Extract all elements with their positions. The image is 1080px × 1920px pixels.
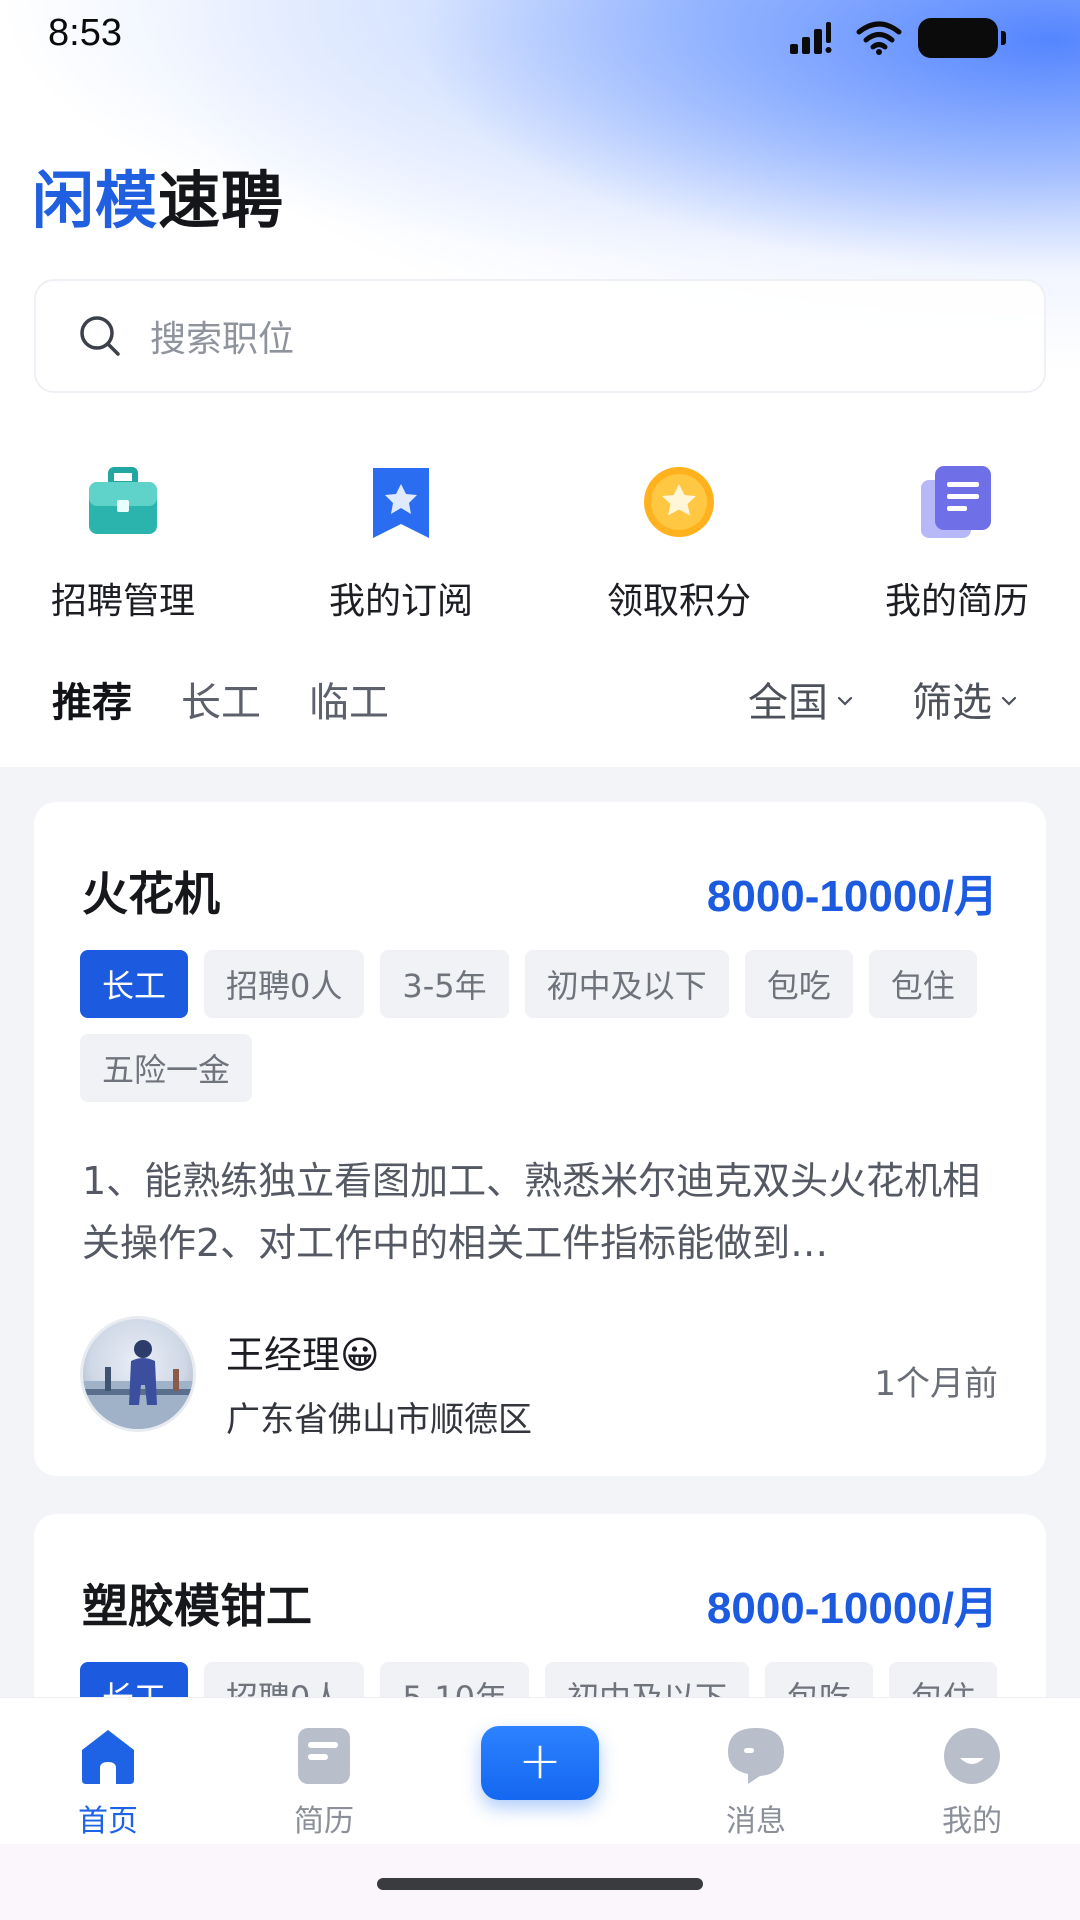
resume-icon xyxy=(298,1728,350,1784)
app-title-part2: 速聘 xyxy=(158,164,285,237)
job-title: 火花机 xyxy=(82,867,220,921)
job-tag: 招聘0人 xyxy=(204,950,365,1018)
nav-messages[interactable]: 消息 xyxy=(696,1726,816,1840)
job-tag: 3-5年 xyxy=(380,950,509,1018)
job-tag: 长工 xyxy=(80,950,189,1018)
coin-star-icon xyxy=(644,467,714,537)
search-icon xyxy=(80,316,120,356)
signal-icon xyxy=(790,22,832,54)
briefcase-icon xyxy=(89,467,157,534)
quick-action-label: 领取积分 xyxy=(606,581,751,622)
job-description: 1、能熟练独立看图加工、熟悉米尔迪克双头火花机相关操作2、对工作中的相关工件指标… xyxy=(82,1159,981,1265)
battery-icon xyxy=(918,18,1006,58)
tab-long-term[interactable]: 长工 xyxy=(181,670,261,728)
quick-action-label: 招聘管理 xyxy=(50,581,195,622)
job-tag: 包住 xyxy=(868,950,977,1018)
region-dropdown-label: 全国 xyxy=(748,680,828,726)
tab-recommended[interactable]: 推荐 xyxy=(52,670,132,728)
tab-temporary[interactable]: 临工 xyxy=(309,670,389,728)
bookmark-star-icon xyxy=(373,468,429,538)
job-title: 塑胶模钳工 xyxy=(82,1579,312,1633)
region-dropdown[interactable]: 全国 xyxy=(748,670,856,728)
status-bar: 8:53 xyxy=(0,0,1080,70)
resume-document-icon xyxy=(921,466,991,538)
nav-label: 我的 xyxy=(942,1804,1002,1839)
job-tags: 长工 招聘0人 3-5年 初中及以下 包吃 包住 五险一金 xyxy=(80,950,1010,1102)
quick-actions: 招聘管理 我的订阅 领取积分 我的简历 xyxy=(0,462,1080,622)
quick-action-recruit-management[interactable]: 招聘管理 xyxy=(23,462,223,624)
add-button-label: + xyxy=(518,1731,562,1791)
wifi-icon xyxy=(856,21,902,55)
search-input[interactable]: 搜索职位 xyxy=(34,279,1046,393)
search-placeholder: 搜索职位 xyxy=(150,319,295,360)
nav-label: 消息 xyxy=(726,1804,786,1839)
header-area: 8:53 闲模速聘 搜索职位 招聘管理 我的订阅 领取积分 我的简历 推荐 长工… xyxy=(0,0,1080,767)
job-tag: 初中及以下 xyxy=(524,950,729,1018)
contact-location: 广东省佛山市顺德区 xyxy=(226,1400,532,1440)
profile-icon xyxy=(944,1728,1000,1784)
app-title-part1: 闲模 xyxy=(32,164,159,237)
home-icon xyxy=(82,1730,134,1784)
job-tag: 包吃 xyxy=(744,950,853,1018)
status-time: 8:53 xyxy=(48,12,122,54)
job-salary: 8000-10000/月 xyxy=(706,1584,998,1633)
app-title: 闲模速聘 xyxy=(32,150,284,240)
nav-label: 简历 xyxy=(294,1804,354,1839)
filter-dropdown[interactable]: 筛选 xyxy=(912,670,1020,728)
add-post-button[interactable]: + xyxy=(481,1726,599,1800)
quick-action-subscription[interactable]: 我的订阅 xyxy=(301,462,501,624)
chevron-down-icon xyxy=(1001,696,1017,706)
chevron-down-icon xyxy=(837,696,853,706)
quick-action-my-resume[interactable]: 我的简历 xyxy=(857,462,1057,624)
job-card[interactable]: 火花机 8000-10000/月 长工 招聘0人 3-5年 初中及以下 包吃 包… xyxy=(34,802,1046,1476)
posted-time: 1个月前 xyxy=(874,1364,998,1404)
contact-name: 王经理😀 xyxy=(226,1333,380,1377)
home-indicator[interactable] xyxy=(377,1878,703,1890)
quick-action-label: 我的简历 xyxy=(884,581,1029,622)
nav-label: 首页 xyxy=(78,1804,138,1839)
nav-profile[interactable]: 我的 xyxy=(912,1726,1032,1840)
avatar-image xyxy=(83,1340,193,1429)
job-salary: 8000-10000/月 xyxy=(706,872,998,921)
status-icons xyxy=(788,18,1006,58)
quick-action-claim-points[interactable]: 领取积分 xyxy=(579,462,779,624)
nav-home[interactable]: 首页 xyxy=(48,1726,168,1840)
quick-action-label: 我的订阅 xyxy=(328,581,473,622)
job-tag: 五险一金 xyxy=(80,1034,253,1102)
filter-dropdown-label: 筛选 xyxy=(912,680,992,726)
message-icon xyxy=(728,1728,784,1784)
nav-resume[interactable]: 简历 xyxy=(264,1726,384,1840)
avatar xyxy=(80,1316,196,1432)
category-filter-row: 推荐 长工 临工 全国 筛选 xyxy=(0,670,1080,740)
